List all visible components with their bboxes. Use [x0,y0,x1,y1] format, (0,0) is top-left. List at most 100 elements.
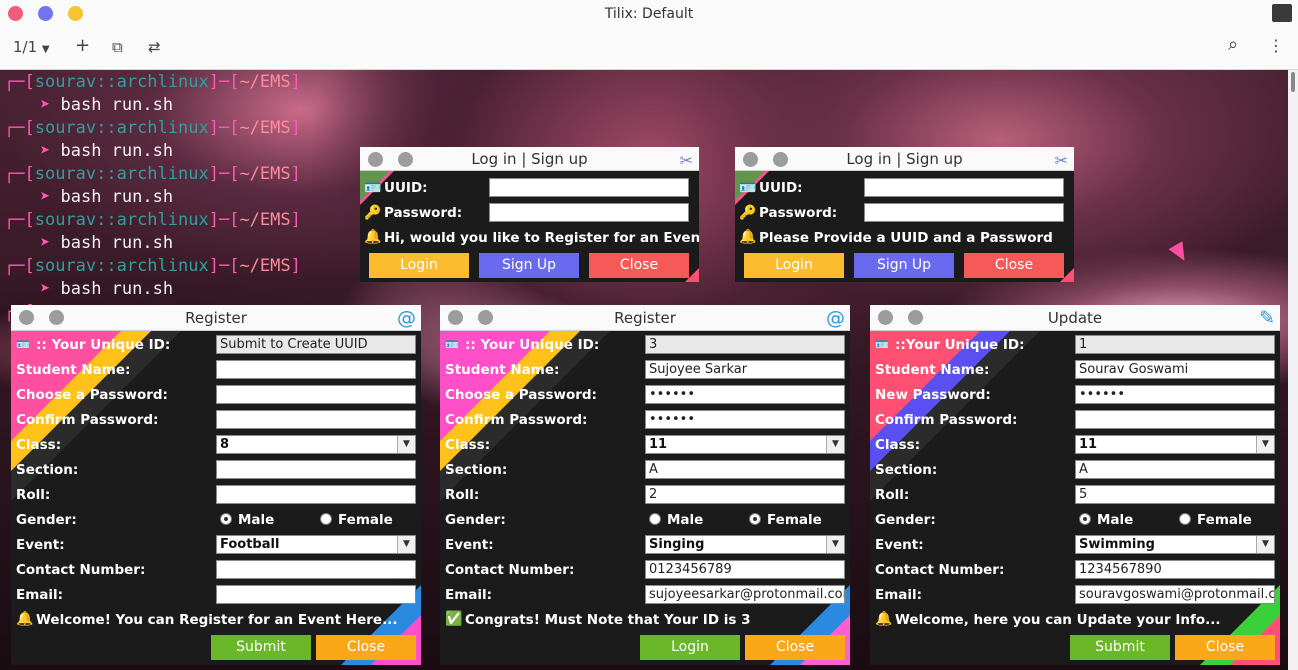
menu-icon[interactable]: ⋮ [1268,36,1284,55]
dialog-title-bar: Update ✎ [870,305,1280,331]
class-select[interactable]: 11 ▼ [1075,435,1275,454]
male-radio[interactable] [1079,513,1091,525]
id-card-icon: 🪪 [445,338,459,351]
login-icon: ✂ [1054,151,1068,170]
bell-icon: 🔔 [739,229,757,245]
password-input[interactable] [489,203,689,222]
section-label: Section: [445,462,508,478]
close-button[interactable]: Close [745,635,845,660]
minimize-dialog-button[interactable] [773,152,788,167]
minimize-dialog-button[interactable] [478,310,493,325]
female-radio[interactable] [1179,513,1191,525]
close-button[interactable]: Close [964,253,1064,278]
arrow-icon: ➤ [40,187,51,207]
minimize-dialog-button[interactable] [49,310,64,325]
minimize-dialog-button[interactable] [398,152,413,167]
login-button[interactable]: Login [744,253,844,278]
uid-label: ::Your Unique ID: [895,337,1025,353]
login-button[interactable]: Login [369,253,469,278]
submit-button[interactable]: Submit [211,635,311,660]
submit-button[interactable]: Submit [1070,635,1170,660]
dialog-title: Register [185,309,247,327]
close-button[interactable]: Close [316,635,416,660]
contact-input[interactable]: 0123456789 [645,560,845,579]
sync-input-icon[interactable]: ⇄ [148,38,161,56]
scrollbar-thumb[interactable] [1291,72,1295,92]
bell-icon: 🔔 [364,229,382,245]
bell-icon: 🔔 [16,611,34,627]
tab-counter-label: 1/1 [13,38,38,56]
id-card-icon: 🪪 [739,180,757,196]
uuid-input[interactable] [489,178,689,197]
chevron-down-icon[interactable]: ▼ [397,436,415,453]
confirm-password-input[interactable] [1075,410,1275,429]
command-line: ➤ bash run.sh [40,141,174,161]
close-dialog-button[interactable] [368,152,383,167]
contact-label: Contact Number: [445,562,575,578]
register-window-2: Register @ 🪪:: Your Unique ID: 3 Student N… [440,305,850,665]
event-select[interactable]: Singing ▼ [645,535,845,554]
class-select[interactable]: 11 ▼ [645,435,845,454]
dialog-title-bar: Log in | Sign up ✂ [735,147,1074,171]
dialog-title: Log in | Sign up [471,150,588,168]
chevron-down-icon[interactable]: ▼ [1256,536,1274,553]
uuid-input[interactable] [864,178,1064,197]
password-input[interactable] [864,203,1064,222]
close-dialog-button[interactable] [448,310,463,325]
new-session-icon[interactable]: ⧉ [112,38,123,56]
section-input[interactable] [216,460,416,479]
student-name-input[interactable]: Sujoyee Sarkar [645,360,845,379]
email-label: Email: [16,587,64,603]
close-dialog-button[interactable] [743,152,758,167]
confirm-password-input[interactable]: •••••• [645,410,845,429]
close-button[interactable]: Close [589,253,689,278]
scrollbar[interactable] [1288,70,1298,670]
roll-input[interactable]: 5 [1075,485,1275,504]
roll-input[interactable] [216,485,416,504]
close-dialog-button[interactable] [878,310,893,325]
add-terminal-button[interactable]: + [75,35,90,56]
password-input[interactable] [216,385,416,404]
arrow-icon: ➤ [40,279,51,299]
close-dialog-button[interactable] [19,310,34,325]
contact-input[interactable] [216,560,416,579]
arrow-icon: ➤ [40,95,51,115]
login-icon: ✂ [679,151,693,170]
login-button[interactable]: Login [640,635,740,660]
email-input[interactable] [216,585,416,604]
contact-input[interactable]: 1234567890 [1075,560,1275,579]
male-radio[interactable] [649,513,661,525]
title-bar: Tilix: Default 1/1 ▼ + ⧉ ⇄ ⌕ ⋮ [0,0,1298,70]
signup-button[interactable]: Sign Up [854,253,954,278]
arrow-icon: ➤ [40,141,51,161]
student-name-input[interactable] [216,360,416,379]
female-radio[interactable] [320,513,332,525]
minimize-dialog-button[interactable] [908,310,923,325]
female-radio[interactable] [749,513,761,525]
tab-counter[interactable]: 1/1 ▼ [13,38,50,56]
section-input[interactable]: A [645,460,845,479]
confirm-password-input[interactable] [216,410,416,429]
search-icon[interactable]: ⌕ [1228,34,1238,55]
roll-input[interactable]: 2 [645,485,845,504]
contact-label: Contact Number: [875,562,1005,578]
key-icon: 🔑 [739,205,757,221]
signup-button[interactable]: Sign Up [479,253,579,278]
chevron-down-icon[interactable]: ▼ [397,536,415,553]
chevron-down-icon[interactable]: ▼ [826,436,844,453]
class-select[interactable]: 8 ▼ [216,435,416,454]
male-radio[interactable] [220,513,232,525]
roll-label: Roll: [875,487,910,503]
email-input[interactable]: souravgoswami@protonmail.com [1075,585,1275,604]
password-input[interactable]: •••••• [1075,385,1275,404]
chevron-down-icon[interactable]: ▼ [826,536,844,553]
password-input[interactable]: •••••• [645,385,845,404]
section-input[interactable]: A [1075,460,1275,479]
chevron-down-icon[interactable]: ▼ [1256,436,1274,453]
student-name-input[interactable]: Sourav Goswami [1075,360,1275,379]
class-select-value: 11 [1079,437,1098,452]
event-select[interactable]: Football ▼ [216,535,416,554]
close-button[interactable]: Close [1175,635,1275,660]
email-input[interactable]: sujoyeesarkar@protonmail.com [645,585,845,604]
event-select[interactable]: Swimming ▼ [1075,535,1275,554]
